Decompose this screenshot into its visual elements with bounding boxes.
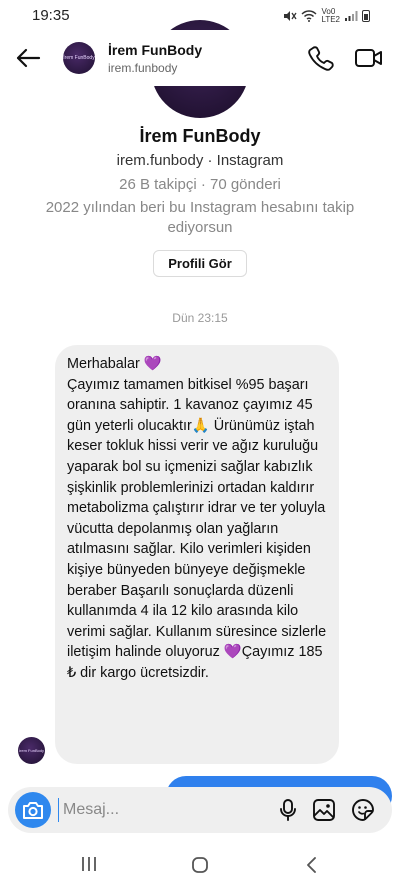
profile-stats: 26 B takipçi · 70 gönderi [119, 176, 281, 193]
home-icon [192, 857, 208, 873]
message-input[interactable] [58, 798, 258, 822]
gallery-button[interactable] [312, 798, 336, 822]
status-time: 19:35 [32, 7, 70, 24]
back-button[interactable] [12, 42, 44, 74]
system-nav-bar [0, 848, 400, 888]
chevron-left-icon [307, 857, 316, 873]
voice-message-button[interactable] [276, 798, 300, 822]
message-timestamp: Dün 23:15 [172, 311, 228, 325]
sticker-button[interactable] [351, 798, 375, 822]
signal-icon [345, 11, 358, 21]
status-icons: Vo0 LTE2 [283, 8, 370, 24]
sticker-icon [352, 799, 374, 821]
message-composer [8, 787, 392, 833]
home-button[interactable] [191, 856, 209, 874]
view-profile-button[interactable]: Profili Gör [153, 250, 247, 277]
mute-icon [284, 11, 298, 21]
received-message-bubble[interactable]: Merhabalar 💜 Çayımız tamamen bitkisel %9… [55, 345, 339, 764]
microphone-icon [280, 799, 296, 821]
header-name[interactable]: İrem FunBody [108, 42, 202, 58]
profile-name: İrem FunBody [139, 126, 261, 146]
battery-icon [362, 10, 370, 22]
camera-button[interactable] [15, 792, 51, 828]
wifi-icon [301, 10, 317, 22]
back-arrow-icon [16, 48, 41, 68]
recent-apps-button[interactable] [79, 856, 99, 872]
call-button[interactable] [307, 44, 335, 72]
profile-subtitle: irem.funbody · Instagram [116, 152, 284, 169]
phone-icon [308, 46, 334, 71]
chat-header: İrem FunBody İrem FunBody irem.funbody [0, 30, 400, 86]
header-username: irem.funbody [108, 61, 178, 75]
video-call-button[interactable] [354, 44, 384, 72]
header-avatar[interactable]: İrem FunBody [63, 42, 95, 74]
network-label: Vo0 LTE2 [321, 7, 340, 24]
avatar-logo-text: İrem FunBody [18, 748, 45, 753]
recents-icon [82, 857, 96, 871]
avatar-logo-text: İrem FunBody [63, 55, 95, 61]
follow-since-text: 2022 yılından beri bu Instagram hesabını… [45, 199, 355, 236]
sender-avatar[interactable]: İrem FunBody [18, 737, 45, 764]
gallery-icon [313, 799, 335, 821]
video-camera-icon [355, 49, 382, 67]
system-back-button[interactable] [304, 856, 320, 874]
camera-icon [23, 802, 43, 819]
